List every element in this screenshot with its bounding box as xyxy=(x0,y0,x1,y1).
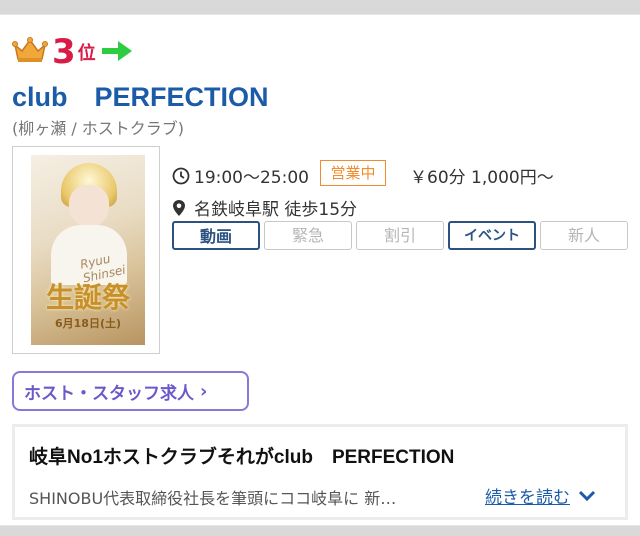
tag-event[interactable]: イベント xyxy=(448,221,536,250)
status-badge: 営業中 xyxy=(320,160,386,186)
station-text: 名鉄岐阜駅 徒歩15分 xyxy=(194,200,358,220)
intro-body: SHINOBU代表取締役社長を筆頭にココ岐阜に 新… xyxy=(29,489,397,508)
event-poster-image: Ryuu Shinsei 生誕祭 6月18日(土) xyxy=(31,155,145,345)
intro-title: 岐阜No1ホストクラブそれがclub PERFECTION xyxy=(29,447,455,468)
poster-date-text: 6月18日(土) xyxy=(54,317,122,330)
crown-icon xyxy=(12,37,48,62)
business-hours: 19:00〜25:00 xyxy=(172,163,309,188)
station-info: 名鉄岐阜駅 徒歩15分 xyxy=(172,195,357,220)
club-name-link[interactable]: club PERFECTION xyxy=(12,75,269,114)
poster-banner-text: 生誕祭 xyxy=(45,281,130,314)
read-more-link[interactable]: 続きを読む xyxy=(485,483,596,508)
tag-discount[interactable]: 割引 xyxy=(356,221,444,250)
shop-card: 3 位 club PERFECTION (柳ヶ瀬 / ホストクラブ) Ryuu … xyxy=(0,14,640,526)
poster-face xyxy=(69,185,109,227)
rank-number: 3 xyxy=(52,32,76,72)
price-text: ￥60分 1,000円〜 xyxy=(410,168,554,188)
clock-icon xyxy=(172,167,190,184)
rank-row: 3 位 xyxy=(12,33,134,69)
tag-video[interactable]: 動画 xyxy=(172,221,260,250)
read-more-label: 続きを読む xyxy=(485,488,570,508)
chevron-right-icon: › xyxy=(200,380,208,402)
rank-unit: 位 xyxy=(77,43,96,64)
club-category: (柳ヶ瀬 / ホストクラブ) xyxy=(12,119,185,138)
arrow-right-icon xyxy=(101,41,132,61)
hours-text: 19:00〜25:00 xyxy=(194,168,309,188)
tag-newcomer[interactable]: 新人 xyxy=(540,221,628,250)
location-pin-icon xyxy=(173,199,185,216)
tag-urgent[interactable]: 緊急 xyxy=(264,221,352,250)
recruit-label: ホスト・スタッフ求人 xyxy=(24,383,194,404)
intro-box: 岐阜No1ホストクラブそれがclub PERFECTION SHINOBU代表取… xyxy=(12,424,628,520)
club-thumbnail[interactable]: Ryuu Shinsei 生誕祭 6月18日(土) xyxy=(12,146,160,354)
recruit-button[interactable]: ホスト・スタッフ求人 › xyxy=(12,371,249,411)
chevron-down-icon xyxy=(578,490,596,501)
